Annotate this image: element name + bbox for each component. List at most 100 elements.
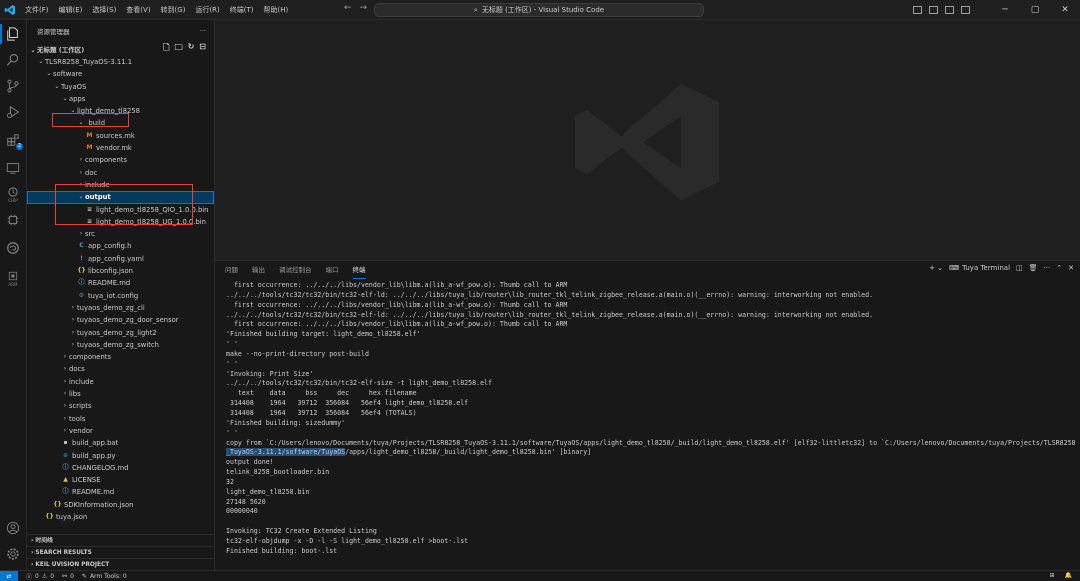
menu-item-5[interactable]: 运行(R): [190, 0, 224, 20]
files-icon[interactable]: [0, 24, 21, 44]
keil-project-section[interactable]: › KEIL UVISION PROJECT: [27, 558, 214, 570]
tree-item[interactable]: {} tuya.json: [27, 511, 214, 523]
tree-item[interactable]: ▪ build_app.bat: [27, 437, 214, 449]
tree-item[interactable]: › docs: [27, 363, 214, 375]
panel-tab-2[interactable]: 调试控制台: [279, 261, 312, 279]
customize-layout-icon[interactable]: [961, 6, 970, 14]
tree-item-label: CHANGELOG.md: [72, 463, 129, 472]
chip-tools-icon[interactable]: [5, 212, 21, 228]
problems-status[interactable]: ⓧ 0 ⚠ 0: [26, 572, 54, 581]
menu-item-0[interactable]: 文件(F): [20, 0, 54, 20]
panel-tab-1[interactable]: 输出: [252, 261, 265, 279]
tree-item[interactable]: › include: [27, 179, 214, 191]
tree-item[interactable]: › include: [27, 376, 214, 388]
terminal-output[interactable]: first occurrence: ../../../libs/vendor_l…: [226, 281, 1076, 557]
run-debug-icon[interactable]: [5, 104, 21, 120]
tree-item-label: README.md: [72, 488, 115, 497]
tree-item[interactable]: Msources.mk: [27, 130, 214, 142]
timeline-section[interactable]: › 时间线: [27, 534, 214, 546]
tree-item[interactable]: › vendor: [27, 425, 214, 437]
arm-tools-status[interactable]: ✎ Arm Tools: 0: [82, 573, 127, 580]
tree-item[interactable]: › scripts: [27, 400, 214, 412]
panel-more-icon[interactable]: ···: [1044, 264, 1051, 272]
tree-item[interactable]: › components: [27, 154, 214, 166]
tree-item[interactable]: › tuyaos_demo_zg_cli: [27, 302, 214, 314]
tree-item[interactable]: ≡ light_demo_tl8258_QIO_1.0.0.bin: [27, 204, 214, 216]
layout-status-icon[interactable]: ⊞: [1049, 572, 1054, 579]
maximize-button[interactable]: ▢: [1020, 0, 1050, 20]
menu-item-1[interactable]: 编辑(E): [54, 0, 88, 20]
maximize-panel-icon[interactable]: ⌃: [1056, 264, 1062, 272]
close-panel-icon[interactable]: ✕: [1068, 264, 1074, 272]
tree-item[interactable]: Mvendor.mk: [27, 142, 214, 154]
arm-icon[interactable]: ARM: [5, 268, 21, 288]
menu-item-7[interactable]: 帮助(H): [259, 0, 294, 20]
notifications-icon[interactable]: 🔔: [1065, 572, 1072, 579]
panel-tab-3[interactable]: 端口: [326, 261, 339, 279]
accounts-icon[interactable]: [5, 520, 21, 536]
tree-item[interactable]: ⌄ _build: [27, 117, 214, 129]
menu-item-4[interactable]: 转到(G): [156, 0, 191, 20]
tree-item[interactable]: › doc: [27, 167, 214, 179]
kill-terminal-icon[interactable]: 🗑: [1029, 264, 1038, 272]
panel-tab-0[interactable]: 问题: [225, 261, 238, 279]
status-bar: ⇄ ⓧ 0 ⚠ 0 ⚯ 0 ✎ Arm Tools: 0 ⊞ 🔔: [0, 570, 1080, 581]
tuya-icon[interactable]: [5, 240, 21, 256]
refresh-icon[interactable]: ↻: [188, 42, 195, 56]
more-actions-icon[interactable]: ···: [200, 27, 206, 35]
tree-item[interactable]: ▲ LICENSE: [27, 474, 214, 486]
chip-icon[interactable]: CHIP: [5, 184, 21, 204]
new-folder-icon[interactable]: 🗀: [175, 42, 183, 56]
tree-item[interactable]: › tuyaos_demo_zg_door_sensor: [27, 314, 214, 326]
close-button[interactable]: ✕: [1050, 0, 1080, 20]
tree-item[interactable]: ⚙ tuya_iot.config: [27, 290, 214, 302]
tree-item[interactable]: › src: [27, 228, 214, 240]
menu-item-2[interactable]: 选择(S): [87, 0, 121, 20]
remote-indicator-icon[interactable]: ⇄: [0, 570, 18, 581]
minimize-button[interactable]: ─: [990, 0, 1020, 20]
tree-item[interactable]: ≡ light_demo_tl8258_UG_1.0.0.bin: [27, 216, 214, 228]
tree-item[interactable]: ⌄ TuyaOS: [27, 81, 214, 93]
workspace-header[interactable]: ⌄无标题 (工作区) 🗋 🗀 ↻ ⊟: [27, 42, 214, 56]
tree-item[interactable]: {} SDKInformation.json: [27, 499, 214, 511]
tree-item[interactable]: ⌄ output: [27, 191, 214, 204]
remote-explorer-icon[interactable]: [5, 160, 21, 176]
toggle-panel-icon[interactable]: [929, 6, 938, 14]
chevron-right-icon: ›: [71, 340, 75, 348]
split-terminal-icon[interactable]: ◫: [1016, 264, 1023, 272]
tree-item[interactable]: ⌄ TLSR8258_TuyaOS-3.11.1: [27, 56, 214, 68]
tree-item[interactable]: ! app_config.yaml: [27, 253, 214, 265]
panel-tab-4[interactable]: 终端: [352, 261, 366, 279]
back-arrow-icon[interactable]: ←: [344, 3, 352, 13]
new-file-icon[interactable]: 🗋: [163, 42, 169, 56]
tree-item[interactable]: › tuyaos_demo_zg_light2: [27, 327, 214, 339]
terminal-selector[interactable]: ⌨ Tuya Terminal: [949, 264, 1010, 272]
search-icon[interactable]: [5, 52, 21, 68]
tree-item[interactable]: ⓘ CHANGELOG.md: [27, 462, 214, 474]
tree-item[interactable]: ⌄ light_demo_tl8258: [27, 105, 214, 117]
menu-item-6[interactable]: 终端(T): [225, 0, 259, 20]
tree-item[interactable]: ⓘ README.md: [27, 486, 214, 498]
extensions-icon[interactable]: 2: [5, 132, 23, 150]
tree-item[interactable]: › components: [27, 351, 214, 363]
tree-item[interactable]: ⌄ apps: [27, 93, 214, 105]
toggle-secondary-sidebar-icon[interactable]: [945, 6, 954, 14]
collapse-all-icon[interactable]: ⊟: [199, 42, 206, 56]
toggle-sidebar-icon[interactable]: [913, 6, 922, 14]
menu-item-3[interactable]: 查看(V): [121, 0, 155, 20]
tree-item[interactable]: › tuyaos_demo_zg_switch: [27, 339, 214, 351]
tree-item[interactable]: › libs: [27, 388, 214, 400]
new-terminal-icon[interactable]: + ⌄: [929, 264, 943, 272]
settings-icon[interactable]: [5, 546, 21, 562]
command-center[interactable]: ⌕ 无标题 (工作区) - Visual Studio Code: [374, 3, 704, 17]
forward-arrow-icon[interactable]: →: [360, 3, 368, 13]
ports-status[interactable]: ⚯ 0: [62, 573, 74, 580]
tree-item[interactable]: Capp_config.h: [27, 240, 214, 252]
tree-item[interactable]: {} libconfig.json: [27, 265, 214, 277]
source-control-icon[interactable]: [5, 78, 21, 94]
tree-item[interactable]: ⌄ software: [27, 68, 214, 80]
tree-item[interactable]: ⓘ README.md: [27, 277, 214, 289]
tree-item[interactable]: ⊕ build_app.py: [27, 450, 214, 462]
search-results-section[interactable]: › SEARCH RESULTS: [27, 546, 214, 558]
tree-item[interactable]: › tools: [27, 413, 214, 425]
